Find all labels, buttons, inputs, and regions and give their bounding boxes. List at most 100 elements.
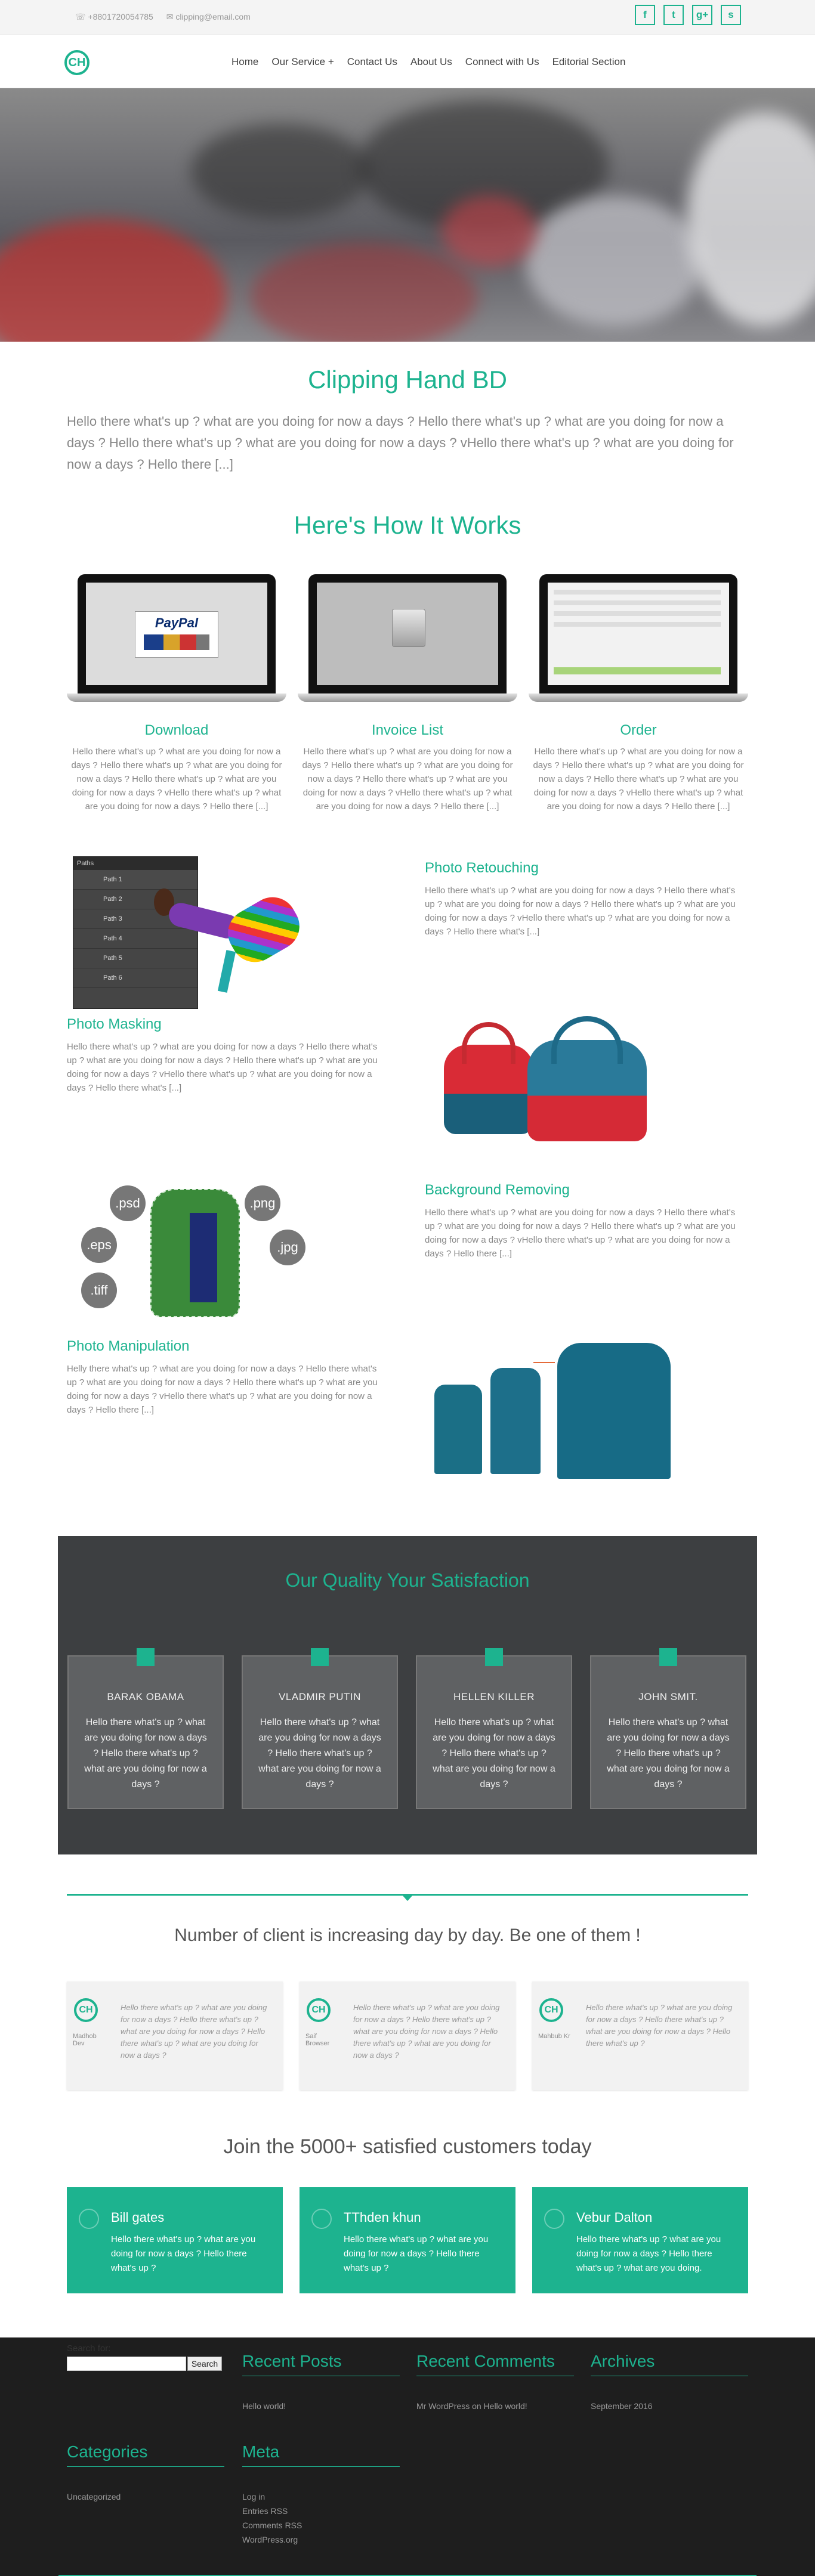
service-title: Photo Masking (67, 1016, 162, 1032)
widget-title: Recent Posts (242, 2352, 400, 2376)
how-item-invoice: Invoice List Hello there what's up ? wha… (298, 574, 517, 813)
quality-card-text: Hello there what's up ? what are you doi… (433, 1717, 555, 1789)
facebook-icon[interactable]: f (635, 5, 655, 25)
customer-name: Bill gates (111, 2210, 165, 2225)
customer-text: Hello there what's up ? what are you doi… (111, 2234, 256, 2273)
quote-icon (544, 2209, 564, 2229)
service-background-removing: .psd .png .eps .jpg .tiff Background Rem… (67, 1177, 748, 1338)
archive-link[interactable]: September 2016 (591, 2401, 748, 2411)
quality-card-text: Hello there what's up ? what are you doi… (84, 1717, 207, 1789)
format-badge: .jpg (270, 1230, 305, 1265)
recent-post-link[interactable]: Hello world! (242, 2401, 400, 2411)
quality-card: JOHN SMIT. Hello there what's up ? what … (590, 1648, 746, 1809)
widget-title: Categories (67, 2442, 224, 2467)
recent-comment-link[interactable]: Mr WordPress on Hello world! (416, 2401, 574, 2411)
categories-widget: Categories Uncategorized (67, 2442, 224, 2506)
how-title: Here's How It Works (294, 511, 521, 539)
meta-login-link[interactable]: Log in (242, 2492, 400, 2501)
customer-text: Hello there what's up ? what are you doi… (344, 2234, 489, 2273)
customer-name: TThden khun (344, 2210, 421, 2225)
avatar: CH (307, 1998, 331, 2022)
intro-title: Clipping Hand BD (308, 366, 507, 394)
meta-widget: Meta Log in Entries RSS Comments RSS Wor… (242, 2442, 400, 2549)
main-nav: CH Home Our Service + Contact Us About U… (0, 35, 815, 88)
bags-image (426, 1016, 748, 1177)
how-item-order: Order Hello there what's up ? what are y… (529, 574, 748, 813)
testimonial-text: Hello there what's up ? what are you doi… (586, 2003, 733, 2048)
hero-image (0, 88, 815, 342)
dresses-image (401, 1338, 723, 1499)
nav-item-contact[interactable]: Contact Us (347, 56, 397, 68)
customer-name: Vebur Dalton (576, 2210, 653, 2225)
nav-item-about[interactable]: About Us (410, 56, 452, 68)
clients-title: Number of client is increasing day by da… (174, 1925, 641, 1945)
laptop-image (529, 574, 748, 705)
how-item-title: Order (620, 722, 657, 738)
format-badge: .tiff (81, 1272, 117, 1308)
nav-item-editorial[interactable]: Editorial Section (552, 56, 626, 68)
service-title: Photo Retouching (425, 860, 539, 876)
format-badge: .psd (110, 1185, 146, 1221)
nav-item-home[interactable]: Home (231, 56, 258, 68)
nav-item-connect[interactable]: Connect with Us (465, 56, 539, 68)
quote-icon (79, 2209, 99, 2229)
vest-image: .psd .png .eps .jpg .tiff (67, 1177, 389, 1338)
paypal-logo: PayPal (155, 615, 199, 630)
skype-icon[interactable]: s (721, 5, 741, 25)
how-item-text: Hello there what's up ? what are you doi… (302, 747, 513, 812)
customers-grid: Bill gates Hello there what's up ? what … (67, 2187, 748, 2293)
meta-wordpress-link[interactable]: WordPress.org (242, 2535, 400, 2544)
customer-card: Bill gates Hello there what's up ? what … (67, 2187, 283, 2293)
how-item-title: Invoice List (371, 722, 444, 738)
model-figure (150, 879, 308, 998)
twitter-icon[interactable]: t (663, 5, 684, 25)
quality-section: Our Quality Your Satisfaction BARAK OBAM… (58, 1536, 757, 1854)
testimonial-card: CH Madhob Dev Hello there what's up ? wh… (67, 1981, 283, 2090)
download-box-icon (392, 609, 425, 647)
quality-card: BARAK OBAMA Hello there what's up ? what… (67, 1648, 224, 1809)
client-name: Madhob Dev (73, 2033, 97, 2047)
nav-item-our-service[interactable]: Our Service + (271, 56, 334, 68)
laptop-image (298, 574, 517, 705)
laptop-image: PayPal (67, 574, 286, 705)
avatar: CH (74, 1998, 98, 2022)
quality-card-text: Hello there what's up ? what are you doi… (258, 1717, 381, 1789)
search-label: Search for: (67, 2343, 111, 2354)
social-links: f t g+ s (635, 5, 741, 25)
widget-title: Recent Comments (416, 2352, 574, 2376)
how-item-download: PayPal Download Hello there what's up ? … (67, 574, 286, 813)
client-name: Mahbub Kr (538, 2033, 570, 2040)
quality-card-name: JOHN SMIT. (638, 1691, 698, 1702)
email-text[interactable]: ✉ clipping@email.com (166, 12, 251, 21)
path-panel-header: Paths (73, 857, 197, 870)
service-text: Hello there what's up ? what are you doi… (425, 1208, 736, 1259)
nav-menu: Home Our Service + Contact Us About Us C… (231, 56, 625, 68)
how-item-text: Hello there what's up ? what are you doi… (71, 747, 282, 812)
customer-card: TThden khun Hello there what's up ? what… (300, 2187, 515, 2293)
google-plus-icon[interactable]: g+ (692, 5, 712, 25)
meta-comments-rss-link[interactable]: Comments RSS (242, 2521, 400, 2530)
service-photo-masking: Photo Masking Hello there what's up ? wh… (67, 1016, 748, 1177)
site-logo[interactable]: CH (64, 50, 89, 75)
search-button[interactable]: Search (187, 2357, 222, 2371)
quality-card-name: HELLEN KILLER (453, 1691, 535, 1702)
testimonial-text: Hello there what's up ? what are you doi… (353, 2003, 500, 2060)
testimonial-card: CH Saif Browser Hello there what's up ? … (300, 1981, 515, 2090)
meta-entries-rss-link[interactable]: Entries RSS (242, 2506, 400, 2516)
quality-title: Our Quality Your Satisfaction (285, 1569, 530, 1591)
service-photo-retouching: Paths Path 1 Path 2 Path 3 Path 4 Path 5… (67, 855, 748, 1016)
how-item-title: Download (144, 722, 209, 738)
customer-text: Hello there what's up ? what are you doi… (576, 2234, 721, 2273)
footer: Search for: Search Recent Posts Hello wo… (0, 2337, 815, 2576)
testimonial-card: CH Mahbub Kr Hello there what's up ? wha… (532, 1981, 748, 2090)
service-text: Helly there what's up ? what are you doi… (67, 1364, 378, 1415)
category-link[interactable]: Uncategorized (67, 2492, 224, 2501)
customers-title: Join the 5000+ satisfied customers today (223, 2135, 592, 2158)
how-grid: PayPal Download Hello there what's up ? … (67, 574, 748, 813)
format-badge: .eps (81, 1227, 117, 1263)
service-photo-manipulation: Photo Manipulation Helly there what's up… (67, 1338, 748, 1499)
widget-title: Archives (591, 2352, 748, 2376)
search-input[interactable] (67, 2357, 186, 2371)
contact-info: ☏ +8801720054785 ✉ clipping@email.com (75, 12, 261, 22)
client-name: Saif Browser (305, 2033, 330, 2047)
